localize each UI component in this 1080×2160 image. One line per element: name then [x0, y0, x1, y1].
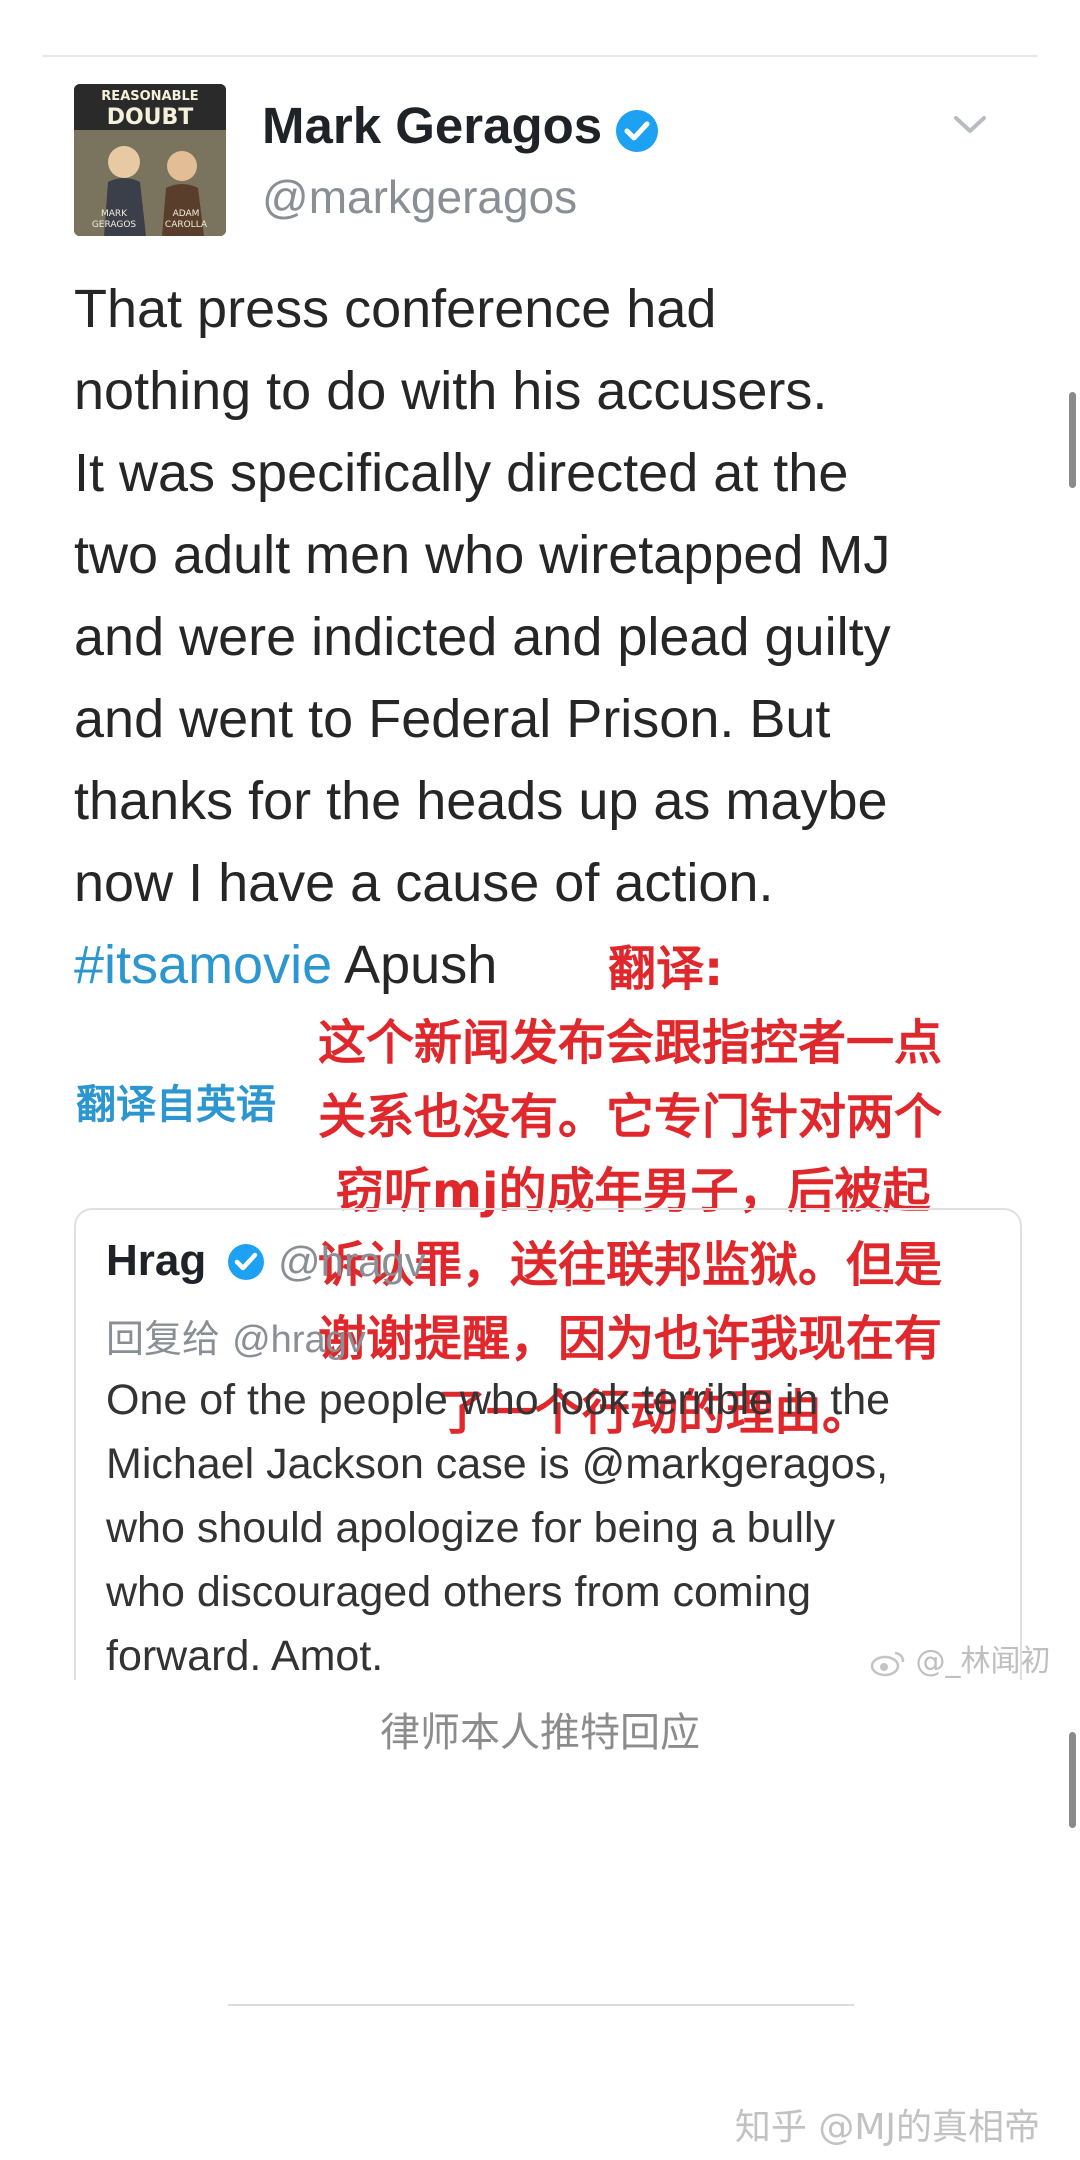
- tweet-text: That press conference had nothing to do …: [74, 268, 1034, 1006]
- svg-text:MARK: MARK: [101, 209, 128, 219]
- quoted-text-line: who should apologize for being a bully: [106, 1504, 836, 1552]
- svg-text:CAROLLA: CAROLLA: [165, 220, 208, 230]
- translate-link[interactable]: 翻译自英语: [76, 1072, 276, 1130]
- hashtag-link[interactable]: #itsamovie: [74, 935, 332, 995]
- reply-to-handle[interactable]: @hragv: [232, 1319, 366, 1361]
- weibo-icon: [870, 1651, 905, 1676]
- author-avatar[interactable]: REASONABLE DOUBT MARK GERAGOS ADAM CAROL…: [74, 84, 226, 236]
- chevron-down-icon[interactable]: [950, 112, 990, 138]
- verified-badge-icon: [228, 1244, 264, 1280]
- tweet-text-line: now I have a cause of action.: [74, 853, 774, 913]
- translation-line: 关系也没有。它专门针对两个: [318, 1089, 943, 1145]
- translation-line: 翻译:: [608, 941, 724, 997]
- quoted-author-name[interactable]: Hrag: [106, 1236, 206, 1286]
- scrollbar-thumb[interactable]: [1069, 1732, 1076, 1828]
- svg-text:DOUBT: DOUBT: [107, 105, 194, 130]
- reply-to-label: 回复给 @hragv: [106, 1308, 366, 1363]
- tweet-text-line: and went to Federal Prison. But: [74, 689, 831, 749]
- tweet-text-line: and were indicted and plead guilty: [74, 607, 891, 667]
- tweet-text-line: That press conference had: [74, 279, 717, 339]
- svg-text:REASONABLE: REASONABLE: [101, 89, 198, 104]
- tweet-text-line: It was specifically directed at the: [74, 443, 849, 503]
- reply-to-text: 回复给: [106, 1317, 221, 1361]
- author-handle[interactable]: @markgeragos: [262, 170, 577, 224]
- watermark-text: @_林闻初: [915, 1644, 1051, 1679]
- quoted-text-line: who discouraged others from coming: [106, 1568, 812, 1616]
- image-caption: 律师本人推特回应: [380, 1710, 700, 1756]
- tweet-text-line: nothing to do with his accusers.: [74, 361, 828, 421]
- svg-text:ADAM: ADAM: [173, 209, 200, 219]
- tweet-text-line: thanks for the heads up as maybe: [74, 771, 888, 831]
- top-divider: [42, 55, 1038, 57]
- avatar-illustration: REASONABLE DOUBT MARK GERAGOS ADAM CAROL…: [74, 84, 226, 236]
- tweet-text-line: two adult men who wiretapped MJ: [74, 525, 891, 585]
- weibo-watermark: @_林闻初: [870, 1636, 1051, 1680]
- quoted-tweet-card[interactable]: Hrag @hragv 回复给 @hragv One of the people…: [74, 1208, 1022, 1680]
- translation-line: 这个新闻发布会跟指控者一点: [318, 1015, 943, 1071]
- quoted-text-line: One of the people who look terrible in t…: [106, 1376, 891, 1424]
- author-name[interactable]: Mark Geragos: [262, 96, 602, 155]
- scrollbar-thumb[interactable]: [1069, 392, 1076, 488]
- zhihu-footer-watermark: 知乎 @MJ的真相帝: [734, 2107, 1040, 2148]
- quoted-author-handle[interactable]: @hragv: [278, 1238, 426, 1286]
- verified-badge-icon: [616, 110, 658, 152]
- quoted-text-line: Michael Jackson case is @markgeragos,: [106, 1440, 889, 1488]
- svg-text:GERAGOS: GERAGOS: [92, 220, 137, 230]
- bottom-divider: [228, 2004, 854, 2006]
